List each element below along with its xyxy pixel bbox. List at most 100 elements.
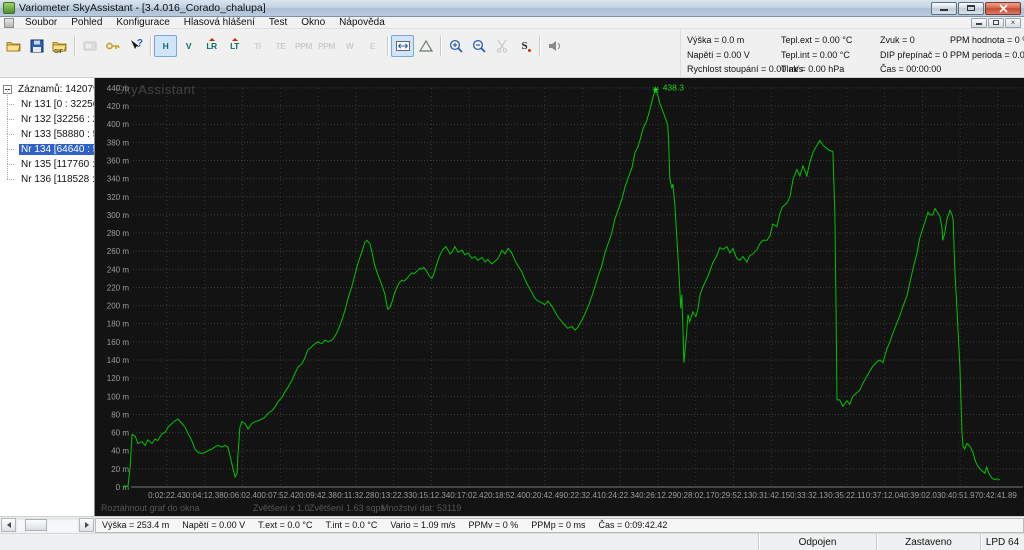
- y-axis-label: 280 m: [107, 229, 130, 238]
- menu-hlasov-hl-en[interactable]: Hlasová hlášení: [177, 17, 262, 29]
- telemetry-column-3: Zvuk = 0 DIP přepínač = 0 Čas = 00:00:00: [880, 33, 950, 77]
- question-mark-icon: ?: [136, 38, 143, 49]
- status-recording: Zastaveno: [876, 534, 980, 550]
- tree-item-nr-132[interactable]: Nr 132 [32256 : 26: [0, 104, 94, 127]
- x-axis-label: 0:39:02.03: [903, 491, 941, 500]
- menu-pohled[interactable]: Pohled: [64, 17, 109, 29]
- y-axis-label: 260 m: [107, 247, 130, 256]
- mode-te-button[interactable]: TE: [269, 35, 292, 57]
- y-axis-label: 220 m: [107, 283, 130, 292]
- tree-root-records[interactable]: Záznamů: 142079: [0, 82, 94, 97]
- child-minimize-button[interactable]: [971, 17, 987, 28]
- menu-okno[interactable]: Okno: [294, 17, 332, 29]
- toolbar-separator: [539, 36, 540, 56]
- readout-value: Vario = 1.09 m/s: [390, 520, 456, 530]
- tree-item-label: Nr 136 [118528 : 2: [21, 174, 95, 185]
- chart-footer-info: Množství dat: 53119: [381, 503, 462, 513]
- key-button[interactable]: [101, 35, 124, 57]
- envelope-button[interactable]: [414, 35, 437, 57]
- statistics-icon: S: [521, 40, 528, 52]
- mode-h-button-label: H: [162, 41, 169, 51]
- mode-e-button-label: E: [369, 41, 376, 51]
- zoom-out-button[interactable]: [467, 35, 490, 57]
- telemetry-value: Tlak = 0.00 hPa: [781, 64, 845, 74]
- menu-soubor[interactable]: Soubor: [18, 17, 64, 29]
- toolbar: GIF? H V LR LT Ti TE PPM PPM W E S: [2, 34, 566, 58]
- altitude-chart-plot[interactable]: SkyAssistant0 m20 m40 m60 m80 m100 m120 …: [95, 78, 1023, 516]
- mode-w-button-label: W: [345, 41, 354, 51]
- y-axis-label: 140 m: [107, 356, 130, 365]
- readout-value: Výška = 253.4 m: [102, 520, 170, 530]
- minimize-button[interactable]: [931, 1, 957, 15]
- mode-v-button[interactable]: V: [177, 35, 200, 57]
- x-axis-label: 0:29:52.13: [715, 491, 753, 500]
- mode-lr-button[interactable]: LR: [200, 35, 223, 57]
- device-button[interactable]: [78, 35, 101, 57]
- y-axis-label: 120 m: [107, 374, 130, 383]
- mode-ppm2-button[interactable]: PPM: [315, 35, 338, 57]
- app-window: Variometer SkyAssistant - [3.4.016_Corad…: [0, 0, 1024, 550]
- statistics-button[interactable]: S: [513, 35, 536, 57]
- menu-konfigurace[interactable]: Konfigurace: [109, 17, 176, 29]
- record-tree: Záznamů: 142079 Nr 131 [0 : 32256 Nr 132 […: [0, 78, 95, 516]
- telemetry-column-1: Výška = 0.0 m Napětí = 0.00 V Rychlost sto…: [687, 33, 803, 77]
- y-axis-label: 200 m: [107, 302, 130, 311]
- close-button[interactable]: [985, 1, 1021, 15]
- zoom-in-button[interactable]: [444, 35, 467, 57]
- y-axis-label: 0 m: [116, 483, 130, 492]
- mode-ti-button[interactable]: Ti: [246, 35, 269, 57]
- menu-test[interactable]: Test: [262, 17, 294, 29]
- tree-item-nr-135[interactable]: Nr 135 [117760 : 7: [0, 149, 94, 172]
- mode-lr-button-label: LR: [206, 41, 217, 51]
- y-axis-label: 180 m: [107, 320, 130, 329]
- tree-horizontal-scrollbar: [0, 518, 95, 533]
- scroll-right-button[interactable]: [79, 518, 94, 532]
- maximize-button[interactable]: [958, 1, 984, 15]
- minimize-icon: [940, 9, 948, 11]
- stretch-graph-link[interactable]: Roztáhnout graf do okna: [101, 503, 200, 513]
- mode-w-button[interactable]: W: [338, 35, 361, 57]
- mdi-child-icon[interactable]: [4, 17, 14, 28]
- menu-n-pov-da[interactable]: Nápověda: [332, 17, 392, 29]
- maximize-icon: [967, 5, 975, 11]
- child-close-button[interactable]: ×: [1005, 17, 1021, 28]
- telemetry-column-4: PPM hodnota = 0 % PPM perioda = 0.0: [950, 33, 1024, 77]
- mode-h-button[interactable]: H: [154, 35, 177, 57]
- tree-item-nr-133[interactable]: Nr 133 [58880 : 57: [0, 119, 94, 142]
- export-gif-button[interactable]: GIF: [48, 35, 71, 57]
- tree-item-nr-134[interactable]: Nr 134 [64640 : 53: [0, 134, 94, 157]
- scroll-left-button[interactable]: [1, 518, 16, 532]
- mode-ppm1-button[interactable]: PPM: [292, 35, 315, 57]
- scissors-icon: [494, 38, 510, 54]
- fit-width-button[interactable]: [391, 35, 414, 57]
- mode-v-button-label: V: [185, 41, 192, 51]
- cursor-readout-bar: Výška = 253.4 m Napětí = 0.00 V T.ext = 0.…: [95, 517, 1024, 533]
- altitude-chart[interactable]: SkyAssistant 0 m 20 m 40 m 60 m 80 m 100 m 120 …: [95, 78, 1024, 516]
- device-icon: [82, 38, 98, 54]
- y-axis-label: 320 m: [107, 193, 130, 202]
- status-bar: Odpojen Zastaveno LPD 64: [0, 533, 1024, 550]
- sub-bar: Výška = 253.4 m Napětí = 0.00 V T.ext = 0.…: [0, 516, 1024, 533]
- y-axis-label: 440 m: [107, 84, 130, 93]
- zoom-in-icon: [448, 38, 464, 54]
- context-help-button[interactable]: ?: [124, 35, 147, 57]
- readout-value: PPMp = 0 ms: [531, 520, 586, 530]
- scrollbar-thumb[interactable]: [25, 519, 47, 531]
- tree-item-nr-131[interactable]: Nr 131 [0 : 32256: [0, 89, 94, 112]
- telemetry-value: Tepl.ext = 0.00 °C: [781, 35, 853, 45]
- mode-e-button[interactable]: E: [361, 35, 384, 57]
- save-button[interactable]: [25, 35, 48, 57]
- window-title: Variometer SkyAssistant - [3.4.016_Corad…: [19, 2, 266, 14]
- telemetry-value: PPM hodnota = 0 %: [950, 35, 1024, 45]
- cut-button[interactable]: [490, 35, 513, 57]
- sound-button[interactable]: [543, 35, 566, 57]
- child-restore-button[interactable]: [988, 17, 1004, 28]
- open-file-button[interactable]: [2, 35, 25, 57]
- tree-item-nr-136[interactable]: Nr 136 [118528 : 2: [0, 164, 95, 187]
- menu-bar: Soubor Pohled Konfigurace Hlasová hlášení Te…: [0, 17, 1024, 29]
- y-axis-label: 340 m: [107, 175, 130, 184]
- scrollbar-track[interactable]: [16, 518, 79, 532]
- x-axis-label: 0:07:52.42: [261, 491, 299, 500]
- mode-lt-button[interactable]: LT: [223, 35, 246, 57]
- x-axis-label: 0:09:42.38: [299, 491, 337, 500]
